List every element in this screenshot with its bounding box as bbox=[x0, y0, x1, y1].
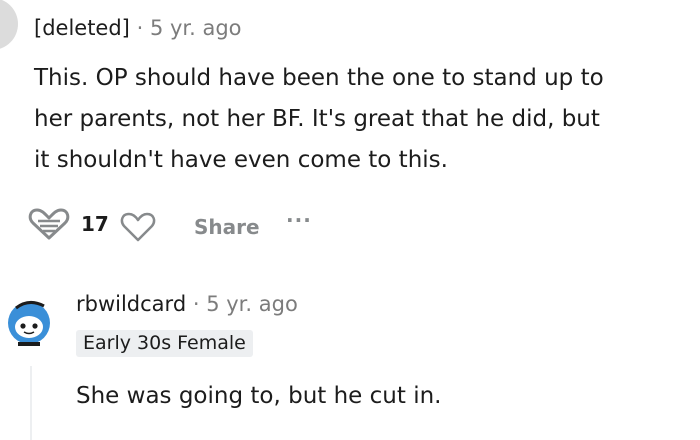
comment-username[interactable]: rbwildcard bbox=[76, 292, 186, 316]
deleted-user-avatar bbox=[0, 0, 18, 50]
comment-body-line: it shouldn't have even come to this. bbox=[34, 147, 448, 173]
meta-separator: · bbox=[136, 16, 144, 40]
downvote-button[interactable] bbox=[120, 211, 156, 243]
heart-outline-icon bbox=[120, 212, 156, 242]
comment-body: She was going to, but he cut in. bbox=[76, 383, 442, 409]
award-heart-icon bbox=[28, 208, 70, 240]
comment-body: This. OP should have been the one to sta… bbox=[34, 58, 604, 181]
comment-body-line: her parents, not her BF. It's great that… bbox=[34, 106, 600, 132]
vote-count: 17 bbox=[81, 212, 109, 236]
comment-username[interactable]: [deleted] bbox=[34, 16, 130, 40]
user-flair: Early 30s Female bbox=[76, 330, 253, 357]
comment-meta: [deleted] · 5 yr. ago bbox=[34, 15, 242, 41]
comment-body-line: This. OP should have been the one to sta… bbox=[34, 65, 604, 91]
upvote-button[interactable] bbox=[28, 207, 70, 241]
share-button[interactable]: Share bbox=[194, 215, 260, 239]
comment-timestamp[interactable]: 5 yr. ago bbox=[150, 16, 242, 40]
thread-line[interactable] bbox=[30, 366, 32, 440]
comment-timestamp[interactable]: 5 yr. ago bbox=[206, 292, 298, 316]
meta-separator: · bbox=[192, 292, 200, 316]
comment-meta: rbwildcard · 5 yr. ago bbox=[76, 291, 298, 317]
snoo-avatar-icon bbox=[8, 301, 50, 346]
more-options-button[interactable]: ··· bbox=[286, 208, 312, 232]
user-avatar[interactable] bbox=[6, 296, 52, 346]
